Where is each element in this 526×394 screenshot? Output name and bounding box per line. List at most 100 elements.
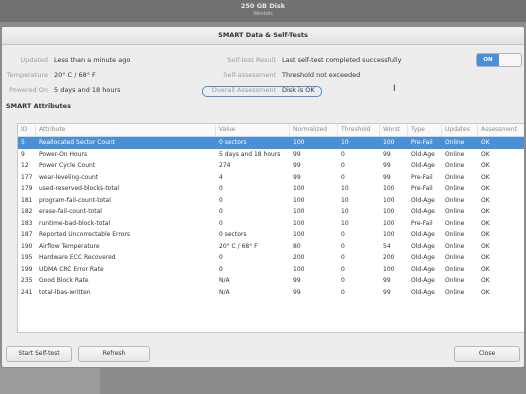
- cell-updates: Online: [445, 139, 465, 146]
- disk-subtitle: Westdis: [253, 11, 273, 17]
- cell-worst: 100: [383, 219, 395, 227]
- smart-dialog: SMART Data & Self-Tests Updated Less tha…: [1, 26, 525, 368]
- cell-value: N/A: [219, 277, 230, 284]
- cell-updates: Online: [445, 150, 465, 158]
- header-assessment[interactable]: Assessment: [478, 124, 524, 136]
- table-row[interactable]: 181 program-fail-count-total 0 100 10 100 Old-…: [18, 195, 524, 207]
- self-test-result-label: Self-test Result: [227, 56, 276, 64]
- cell-id: 235: [21, 277, 33, 284]
- cell-worst: 100: [383, 139, 395, 146]
- smart-enabled-toggle[interactable]: ON: [476, 53, 522, 67]
- cell-type: Old-Age: [411, 277, 435, 284]
- table-row[interactable]: 177 wear-leveling-count 4 99 0 99 Pre-Fail Onli…: [18, 172, 524, 184]
- header-worst[interactable]: Worst: [380, 124, 408, 136]
- cell-threshold: 10: [341, 219, 349, 227]
- table-body: 5 Reallocated Sector Count 0 sectors 100 10 1…: [18, 137, 524, 298]
- cell-value: N/A: [219, 288, 230, 296]
- cell-normalized: 200: [293, 254, 305, 261]
- cell-id: 190: [21, 242, 33, 250]
- cell-worst: 200: [383, 254, 395, 261]
- table-row[interactable]: 235 Good Block Rate N/A 99 0 99 Old-Age Online O…: [18, 275, 524, 287]
- header-id[interactable]: ID: [18, 124, 36, 136]
- table-row[interactable]: 183 runtime-bad-block-total 0 100 10 100 Pre-F…: [18, 218, 524, 230]
- table-row[interactable]: 182 erase-fail-count-total 0 100 10 100 Old-Ag…: [18, 206, 524, 218]
- cell-assessment: OK: [481, 150, 490, 158]
- cell-type: Old-Age: [411, 208, 435, 215]
- cell-assessment: OK: [481, 265, 490, 273]
- toggle-on-label: ON: [477, 54, 499, 66]
- cell-normalized: 100: [293, 208, 305, 215]
- cell-attribute: Power Cycle Count: [39, 162, 96, 169]
- cell-threshold: 0: [341, 231, 345, 238]
- background-sidebar-strip: [0, 366, 100, 394]
- table-row[interactable]: 195 Hardware ECC Recovered 0 200 0 200 Old-Age…: [18, 252, 524, 264]
- cell-worst: 100: [383, 196, 395, 204]
- dialog-title: SMART Data & Self-Tests: [2, 27, 524, 45]
- table-row[interactable]: 9 Power-On Hours 5 days and 18 hours 99 0 99 O…: [18, 149, 524, 161]
- cell-value: 0: [219, 196, 223, 204]
- cell-threshold: 0: [341, 277, 345, 284]
- self-assessment-label: Self-assessment: [223, 71, 276, 79]
- cell-threshold: 10: [341, 208, 349, 215]
- close-button[interactable]: Close: [454, 346, 520, 362]
- cell-normalized: 80: [293, 242, 301, 250]
- cell-type: Old-Age: [411, 150, 435, 158]
- table-row[interactable]: 5 Reallocated Sector Count 0 sectors 100 10 1…: [18, 137, 524, 149]
- cell-value: 5 days and 18 hours: [219, 150, 281, 158]
- table-row[interactable]: 241 total-lbas-written N/A 99 0 99 Old-Age Onli…: [18, 287, 524, 299]
- cell-type: Pre-Fail: [411, 185, 433, 192]
- cell-threshold: 0: [341, 265, 345, 273]
- cell-normalized: 100: [293, 219, 305, 227]
- cell-normalized: 100: [293, 265, 305, 273]
- cell-updates: Online: [445, 277, 465, 284]
- cell-value: 0 sectors: [219, 139, 247, 146]
- header-value[interactable]: Value: [216, 124, 290, 136]
- cell-type: Old-Age: [411, 231, 435, 238]
- table-row[interactable]: 187 Reported Uncorrectable Errors 0 sector…: [18, 229, 524, 241]
- self-assessment-value: Threshold not exceeded: [282, 71, 361, 79]
- cell-attribute: Airflow Temperature: [39, 242, 100, 250]
- cell-id: 12: [21, 162, 29, 169]
- table-row[interactable]: 199 UDMA CRC Error Rate 0 100 0 100 Old-Age Onl…: [18, 264, 524, 276]
- cell-worst: 54: [383, 242, 391, 250]
- cell-assessment: OK: [481, 162, 490, 169]
- cell-threshold: 10: [341, 196, 349, 204]
- table-row[interactable]: 12 Power Cycle Count 274 99 0 99 Old-Age Online…: [18, 160, 524, 172]
- cell-type: Old-Age: [411, 288, 435, 296]
- updated-value: Less than a minute ago: [54, 56, 131, 64]
- cell-assessment: OK: [481, 219, 490, 227]
- temperature-label: Temperature: [6, 71, 48, 79]
- cell-attribute: wear-leveling-count: [39, 173, 99, 181]
- start-self-test-button[interactable]: Start Self-test: [6, 346, 72, 362]
- table-header: ID Attribute Value Normalized Threshold Worst…: [18, 124, 524, 137]
- header-updates[interactable]: Updates: [442, 124, 478, 136]
- header-type[interactable]: Type: [408, 124, 442, 136]
- table-row[interactable]: 179 used-reserved-blocks-total 0 100 10 100 Pr…: [18, 183, 524, 195]
- refresh-button[interactable]: Refresh: [78, 346, 150, 362]
- cell-updates: Online: [445, 288, 465, 296]
- cell-type: Old-Age: [411, 265, 435, 273]
- cell-value: 0 sectors: [219, 231, 247, 238]
- header-threshold[interactable]: Threshold: [338, 124, 380, 136]
- cell-attribute: UDMA CRC Error Rate: [39, 265, 104, 273]
- cell-worst: 99: [383, 162, 391, 169]
- cell-value: 0: [219, 185, 223, 192]
- cell-id: 177: [21, 173, 33, 181]
- powered-on-label: Powered On: [9, 86, 48, 94]
- cell-normalized: 100: [293, 185, 305, 192]
- cell-value: 4: [219, 173, 223, 181]
- cell-attribute: Hardware ECC Recovered: [39, 254, 116, 261]
- header-attribute[interactable]: Attribute: [36, 124, 216, 136]
- text-cursor-icon: I: [393, 84, 396, 94]
- cell-threshold: 10: [341, 185, 349, 192]
- cell-assessment: OK: [481, 173, 490, 181]
- cell-attribute: runtime-bad-block-total: [39, 219, 111, 227]
- header-normalized[interactable]: Normalized: [290, 124, 338, 136]
- cell-threshold: 0: [341, 254, 345, 261]
- table-row[interactable]: 190 Airflow Temperature 20° C / 68° F 80 0 54…: [18, 241, 524, 253]
- cell-worst: 100: [383, 185, 395, 192]
- cell-normalized: 100: [293, 231, 305, 238]
- disk-title: 250 GB Disk: [240, 2, 286, 10]
- cell-worst: 99: [383, 277, 391, 284]
- smart-attributes-table[interactable]: ID Attribute Value Normalized Threshold Worst…: [17, 123, 524, 333]
